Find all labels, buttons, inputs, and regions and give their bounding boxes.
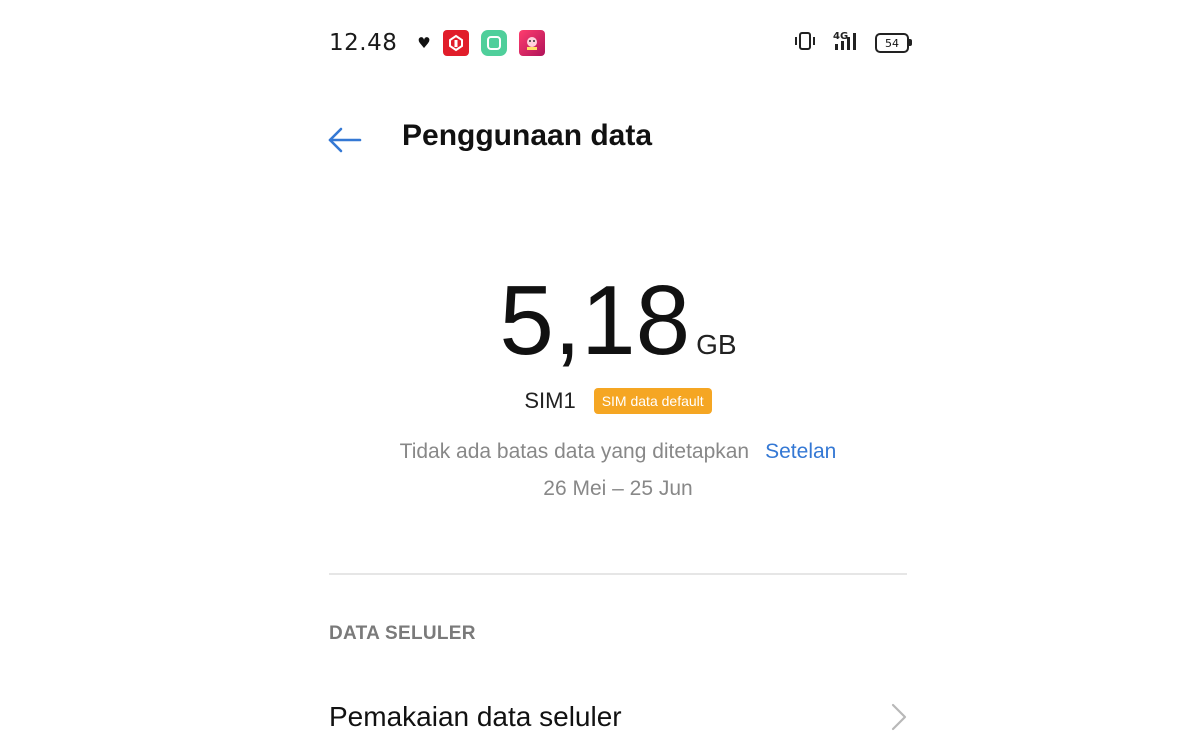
usage-unit: GB — [696, 329, 737, 360]
chevron-right-icon — [891, 703, 907, 731]
status-bar: 12.48 ♥ 4G 54 — [329, 28, 912, 60]
sim-default-badge: SIM data default — [593, 388, 712, 414]
red-app-icon — [443, 30, 469, 56]
data-limit-row: Tidak ada batas data yang ditetapkan Set… — [329, 440, 907, 464]
sim-label: SIM1 — [524, 388, 576, 413]
data-usage-screen: 12.48 ♥ 4G 54 Penggunaan data 5,18 GB SI… — [0, 0, 1200, 750]
settings-link[interactable]: Setelan — [765, 440, 836, 464]
back-button[interactable] — [322, 120, 366, 160]
signal-4g-icon: 4G — [829, 29, 863, 57]
section-header-mobile-data: DATA SELULER — [329, 623, 476, 644]
usage-summary: 5,18 GB — [329, 270, 907, 370]
list-item-mobile-data-usage[interactable]: Pemakaian data seluler — [329, 690, 909, 746]
network-type-label: 4G — [833, 31, 848, 42]
billing-period: 26 Mei – 25 Jun — [543, 477, 693, 500]
battery-level: 54 — [885, 36, 899, 50]
green-app-icon — [481, 30, 507, 56]
notification-icons: ♥ — [417, 30, 545, 56]
page-title: Penggunaan data — [402, 119, 653, 152]
system-icons: 4G 54 — [793, 29, 912, 57]
list-item-label: Pemakaian data seluler — [329, 701, 622, 732]
data-limit-text: Tidak ada batas data yang ditetapkan — [399, 440, 750, 463]
vibrate-icon — [793, 30, 817, 56]
sim-row: SIM1 SIM data default — [329, 388, 907, 414]
divider — [329, 573, 907, 575]
heart-icon: ♥ — [417, 34, 431, 52]
status-time: 12.48 — [329, 30, 398, 56]
game-app-icon — [519, 30, 545, 56]
arrow-left-icon — [328, 127, 362, 153]
usage-value: 5,18 — [499, 265, 691, 375]
battery-icon: 54 — [875, 33, 912, 53]
